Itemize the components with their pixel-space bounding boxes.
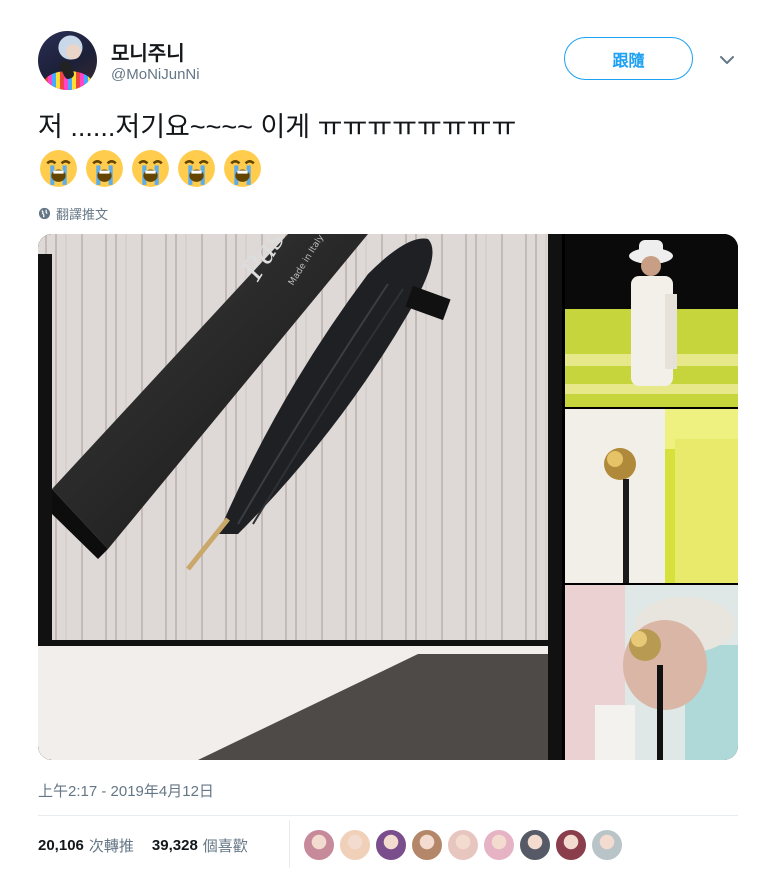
liker-avatar-9[interactable] (591, 829, 623, 861)
tweet-text: 저 ......저기요~~~~ 이게 ㅠㅠㅠㅠㅠㅠㅠㅠ (38, 112, 517, 142)
liker-avatars (303, 829, 623, 861)
stage-photo-2[interactable] (565, 409, 738, 583)
loudly-crying-face-icon (86, 150, 123, 187)
closeup-photo[interactable] (565, 585, 738, 760)
tweet-stats: 20,106 次轉推 39,328 個喜歡 (38, 835, 248, 856)
liker-avatar-7[interactable] (519, 829, 551, 861)
divider (38, 815, 738, 816)
like-count[interactable]: 39,328 (152, 837, 198, 854)
follow-button[interactable]: 跟隨 (564, 37, 693, 80)
liker-avatar-1[interactable] (303, 829, 335, 861)
author-handle[interactable]: @MoNiJunNi (111, 66, 200, 83)
stage-photo-1[interactable] (565, 234, 738, 407)
globe-icon (38, 207, 51, 220)
liker-avatar-4[interactable] (411, 829, 443, 861)
loudly-crying-face-icon (224, 150, 261, 187)
media-grid: Pasotti Made in Italy (38, 234, 738, 760)
like-label[interactable]: 個喜歡 (203, 835, 248, 856)
liker-avatar-5[interactable] (447, 829, 479, 861)
translate-label: 翻譯推文 (56, 207, 109, 222)
retweet-label[interactable]: 次轉推 (89, 835, 134, 856)
tweet-timestamp[interactable]: 上午2:17 - 2019年4月12日 (38, 780, 214, 801)
author-avatar[interactable] (38, 31, 97, 90)
emoji-row (38, 148, 263, 189)
loudly-crying-face-icon (40, 150, 77, 187)
liker-avatar-8[interactable] (555, 829, 587, 861)
author-display-name[interactable]: 모니주니 (111, 37, 185, 66)
chevron-down-icon[interactable] (719, 52, 735, 68)
liker-avatar-2[interactable] (339, 829, 371, 861)
retweet-count[interactable]: 20,106 (38, 837, 84, 854)
loudly-crying-face-icon (132, 150, 169, 187)
stats-divider (289, 820, 290, 868)
liker-avatar-6[interactable] (483, 829, 515, 861)
umbrella-photo[interactable]: Pasotti Made in Italy (38, 234, 562, 760)
liker-avatar-3[interactable] (375, 829, 407, 861)
translate-tweet-link[interactable]: 翻譯推文 (38, 204, 108, 223)
loudly-crying-face-icon (178, 150, 215, 187)
